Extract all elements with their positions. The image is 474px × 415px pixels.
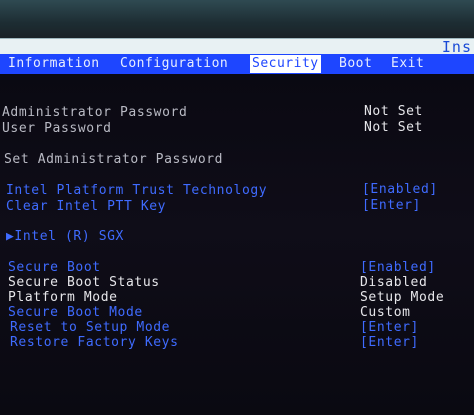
secure-boot-mode-label[interactable]: Secure Boot Mode	[8, 305, 143, 321]
menu-exit[interactable]: Exit	[391, 55, 424, 73]
title-strip: Ins	[0, 38, 474, 55]
platform-mode-label: Platform Mode	[8, 290, 118, 305]
secure-boot-label[interactable]: Secure Boot	[8, 260, 101, 276]
reset-setup-mode-label[interactable]: Reset to Setup Mode	[10, 320, 170, 336]
user-password-label: User Password	[2, 121, 112, 136]
reset-setup-mode-value[interactable]: [Enter]	[360, 320, 419, 336]
admin-password-value: Not Set	[364, 104, 423, 119]
intel-sgx-submenu[interactable]: ▶Intel (R) SGX	[6, 229, 124, 245]
menu-security[interactable]: Security	[250, 55, 321, 73]
clear-ptt-key-value[interactable]: [Enter]	[362, 198, 421, 214]
menu-information[interactable]: Information	[8, 55, 100, 73]
brand-logo-text: Ins	[441, 38, 472, 56]
secure-boot-value[interactable]: [Enabled]	[360, 260, 436, 276]
platform-mode-value: Setup Mode	[360, 290, 445, 305]
secure-boot-status-label: Secure Boot Status	[8, 275, 160, 290]
bios-screen: Ins Information Configuration Security B…	[0, 0, 474, 415]
monitor-bezel	[0, 0, 474, 38]
secure-boot-mode-value[interactable]: Custom	[360, 305, 411, 321]
admin-password-label: Administrator Password	[2, 105, 188, 120]
menu-boot[interactable]: Boot	[339, 55, 372, 73]
menu-configuration[interactable]: Configuration	[120, 55, 228, 73]
secure-boot-status-value: Disabled	[360, 275, 428, 290]
restore-factory-keys-value[interactable]: [Enter]	[360, 335, 419, 351]
user-password-value: Not Set	[364, 120, 423, 135]
menu-bar: Information Configuration Security Boot …	[0, 54, 474, 74]
restore-factory-keys-label[interactable]: Restore Factory Keys	[10, 335, 179, 351]
clear-ptt-key-label[interactable]: Clear Intel PTT Key	[6, 199, 166, 215]
intel-ptt-value[interactable]: [Enabled]	[362, 182, 438, 198]
set-admin-password-item[interactable]: Set Administrator Password	[4, 152, 223, 168]
intel-ptt-label[interactable]: Intel Platform Trust Technology	[6, 183, 267, 199]
